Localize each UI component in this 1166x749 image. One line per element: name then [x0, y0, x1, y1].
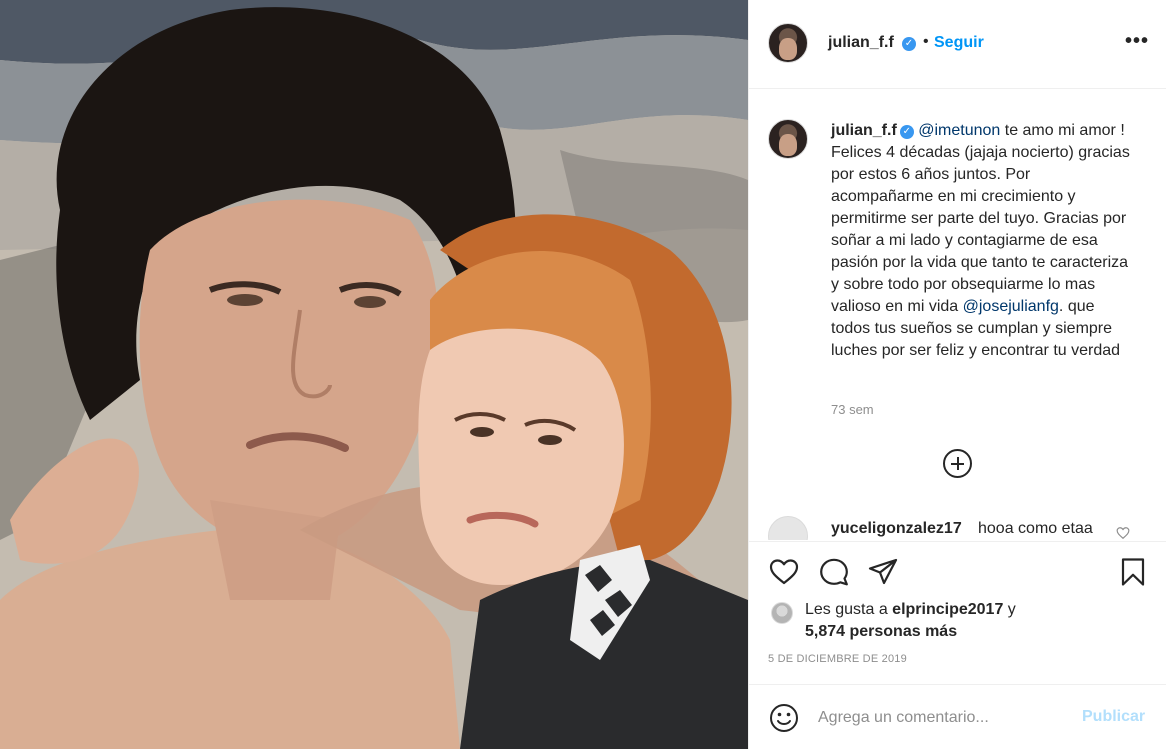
smiley-icon[interactable]	[768, 702, 800, 734]
instagram-post: julian_f.f ✓ • Seguir ••• julian_f.f ✓ @i…	[0, 0, 1166, 749]
liker-avatar[interactable]	[771, 602, 793, 624]
likes-line: Les gusta a elprincipe2017 y	[805, 599, 1016, 621]
comments-section[interactable]: julian_f.f ✓ @imetunon te amo mi amor ! F…	[749, 90, 1166, 540]
paper-plane-icon	[868, 558, 898, 585]
save-button[interactable]	[1117, 556, 1149, 588]
post-photo[interactable]	[0, 0, 748, 749]
post-caption: julian_f.f ✓ @imetunon te amo mi amor ! F…	[831, 120, 1131, 362]
caption-author-avatar[interactable]	[768, 119, 808, 159]
mention-link[interactable]: @josejulianfg	[963, 298, 1059, 315]
share-button[interactable]	[867, 556, 899, 588]
author-username[interactable]: julian_f.f	[828, 34, 894, 52]
commenter-avatar[interactable]	[768, 516, 808, 540]
comment-like-icon[interactable]	[1116, 526, 1130, 540]
photo-illustration	[0, 0, 748, 749]
speech-bubble-icon	[820, 558, 848, 586]
more-options-icon[interactable]: •••	[1125, 30, 1149, 53]
follow-button[interactable]: Seguir	[934, 34, 984, 52]
author-avatar[interactable]	[768, 23, 808, 63]
post-side-panel: julian_f.f ✓ • Seguir ••• julian_f.f ✓ @i…	[748, 0, 1166, 749]
like-button[interactable]	[768, 556, 800, 588]
comment-text: hooa como etaa	[978, 520, 1093, 537]
comment-username[interactable]: yuceligonzalez17	[831, 520, 962, 538]
verified-badge-icon: ✓	[899, 125, 914, 139]
caption-time-ago[interactable]: 73 sem	[831, 402, 874, 417]
likes-prefix: Les gusta a	[805, 601, 893, 618]
post-actions-bar	[749, 541, 1166, 597]
likes-count[interactable]: 5,874 personas más	[805, 621, 957, 643]
liker-username[interactable]: elprincipe2017	[892, 601, 1003, 618]
post-header: julian_f.f ✓ • Seguir •••	[749, 0, 1166, 89]
load-more-comments-icon[interactable]	[943, 449, 972, 478]
heart-outline-icon	[769, 559, 799, 585]
mention-link[interactable]: @imetunon	[918, 122, 1000, 139]
caption-text: te amo mi amor ! Felices 4 décadas (jaja…	[831, 122, 1130, 315]
header-separator: •	[923, 33, 929, 50]
likes-middle: y	[1003, 601, 1016, 618]
bookmark-icon	[1121, 558, 1145, 586]
comment-button[interactable]	[818, 556, 850, 588]
caption-username[interactable]: julian_f.f	[831, 122, 897, 139]
comment-input[interactable]	[818, 703, 1058, 733]
comment-composer: Publicar	[749, 684, 1166, 749]
publish-button[interactable]: Publicar	[1082, 708, 1145, 726]
post-date[interactable]: 5 DE DICIEMBRE DE 2019	[768, 653, 907, 665]
comment-item: yuceligonzalez17 hooa como etaa	[768, 516, 1148, 540]
verified-badge-icon: ✓	[902, 37, 916, 51]
